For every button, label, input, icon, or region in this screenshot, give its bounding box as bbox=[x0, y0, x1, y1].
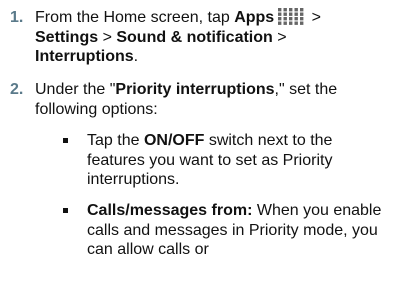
separator: > bbox=[98, 28, 117, 46]
step-2: 2. Under the "Priority interruptions," s… bbox=[0, 80, 396, 120]
bullet-square-icon bbox=[63, 208, 68, 213]
sound-notification-label: Sound & notification bbox=[116, 28, 273, 46]
step-intro: Under the " bbox=[35, 81, 116, 98]
step-text: Under the "Priority interruptions," set … bbox=[35, 80, 390, 119]
separator: > bbox=[307, 9, 321, 26]
calls-messages-label: Calls/messages from: bbox=[87, 202, 253, 219]
instruction-page: 1. From the Home screen, tap Apps > Sett… bbox=[0, 0, 396, 284]
step-number: 1. bbox=[10, 9, 24, 26]
apps-grid-icon bbox=[278, 8, 304, 26]
on-off-label: ON/OFF bbox=[143, 132, 205, 149]
apps-label: Apps bbox=[234, 9, 275, 26]
bullet-text: Calls/messages from: When you enable cal… bbox=[87, 201, 383, 260]
bullet-pre: Tap the bbox=[87, 132, 144, 149]
step-text: From the Home screen, tap Apps > Setting… bbox=[35, 8, 390, 67]
step-number: 2. bbox=[10, 81, 24, 98]
settings-label: Settings bbox=[35, 28, 99, 46]
interruptions-label: Interruptions bbox=[35, 48, 134, 65]
step-intro: From the Home screen, tap bbox=[35, 9, 230, 26]
step-1: 1. From the Home screen, tap Apps > Sett… bbox=[0, 8, 396, 68]
bullet-item-2: Calls/messages from: When you enable cal… bbox=[0, 201, 396, 281]
separator: > bbox=[272, 28, 287, 46]
priority-interruptions-label: Priority interruptions bbox=[115, 81, 275, 98]
bullet-square-icon bbox=[63, 138, 68, 143]
period: . bbox=[133, 48, 139, 65]
bullet-text: Tap the ON/OFF switch next to the featur… bbox=[87, 131, 387, 190]
bullet-item-1: Tap the ON/OFF switch next to the featur… bbox=[0, 131, 396, 191]
